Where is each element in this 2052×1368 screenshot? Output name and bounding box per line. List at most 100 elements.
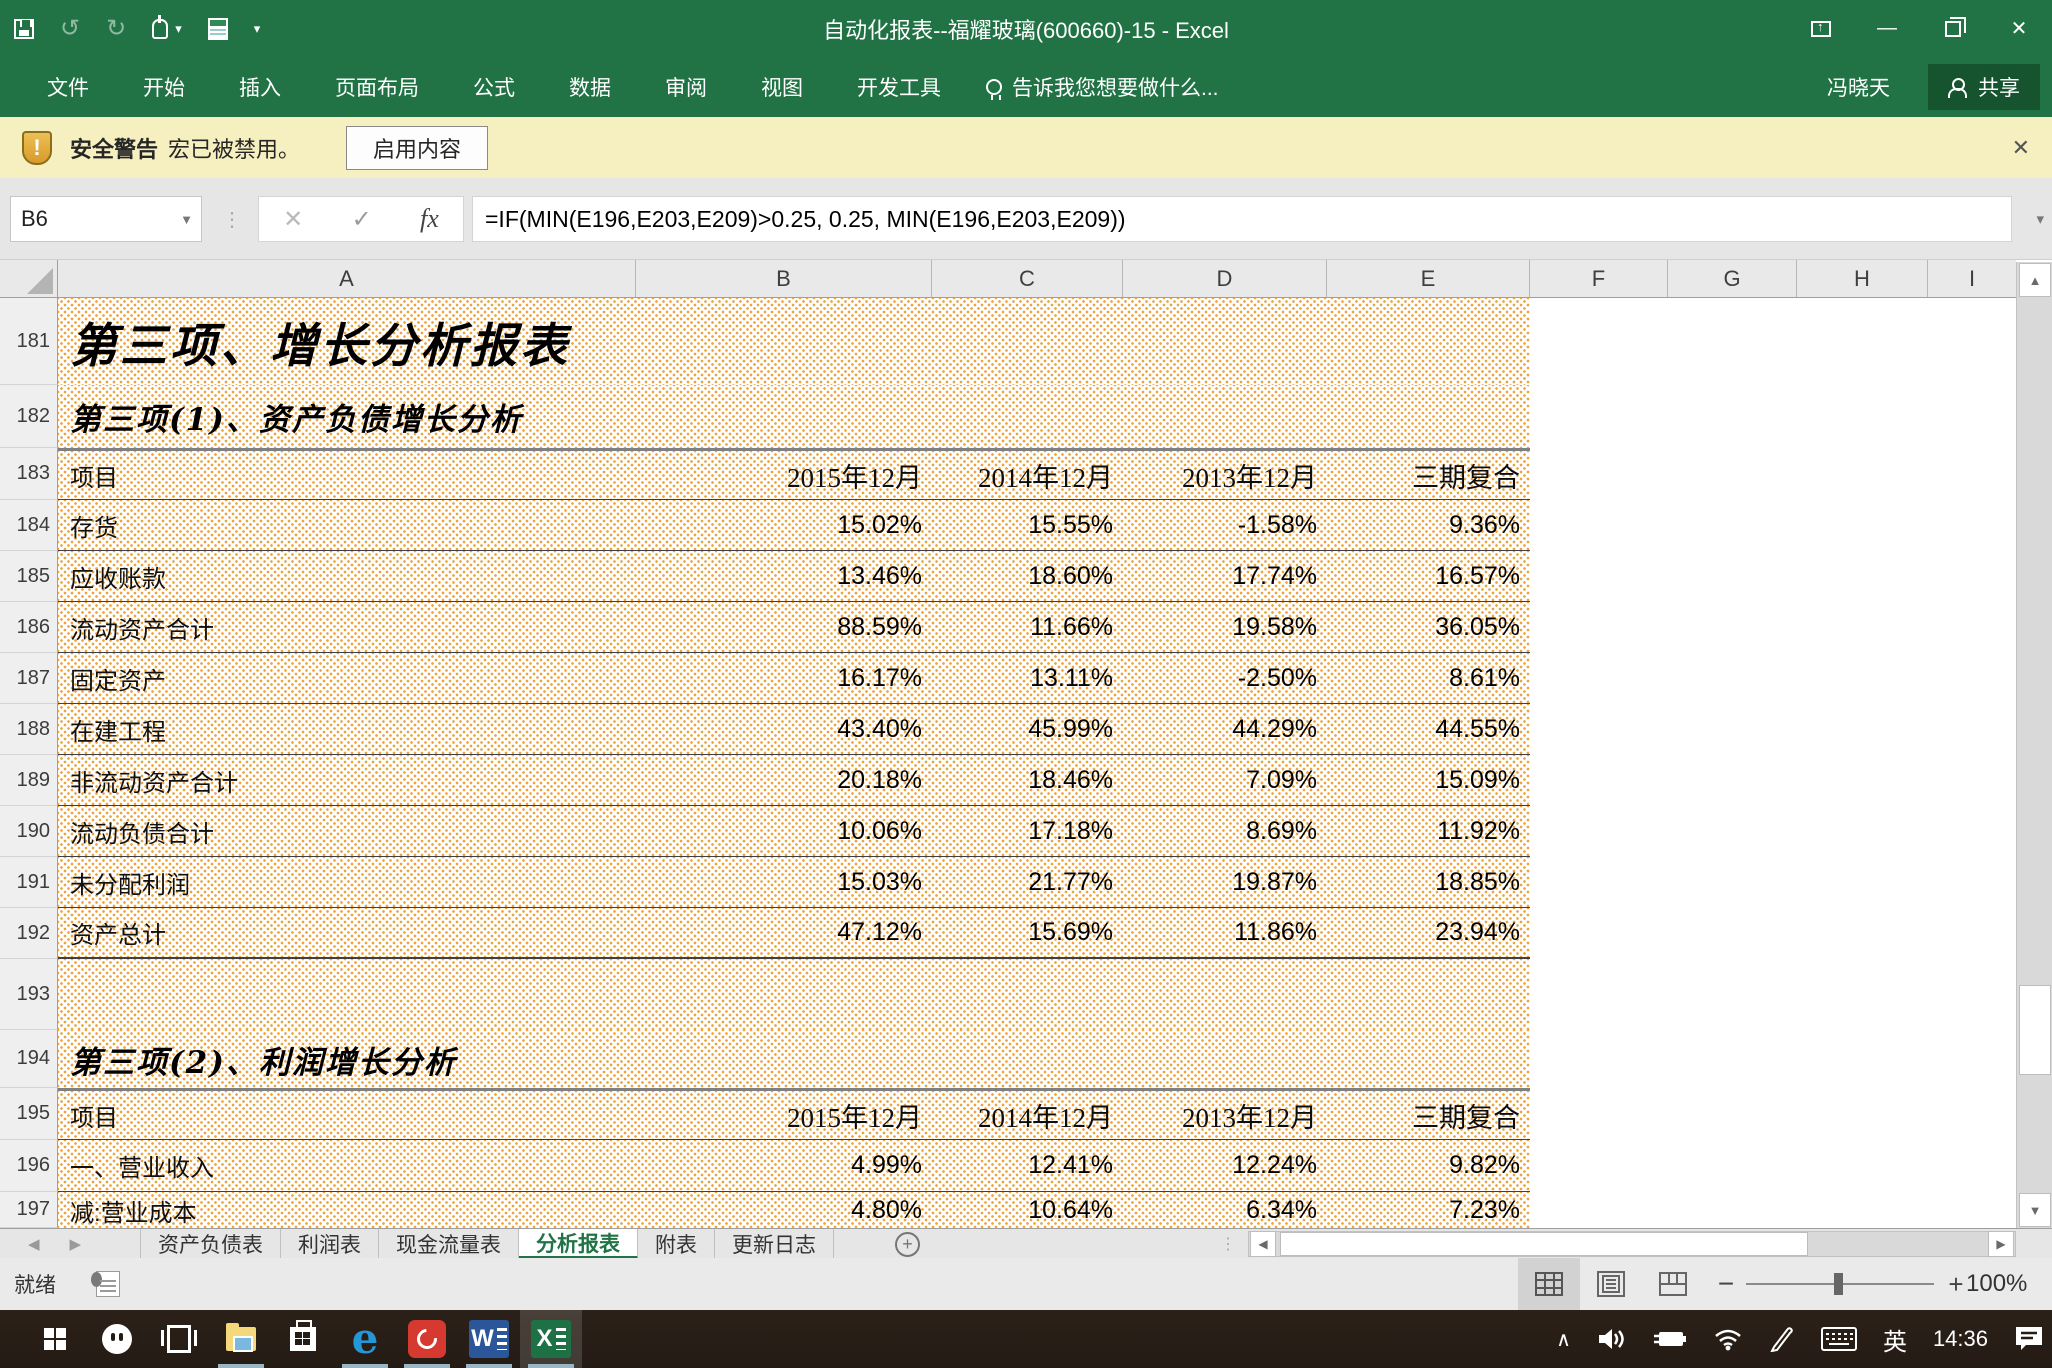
- row-192-cells[interactable]: 资产总计 47.12% 15.69% 11.86% 23.94%: [58, 908, 1530, 959]
- cell-value[interactable]: 7.09%: [1123, 755, 1327, 805]
- row-194-cells[interactable]: 第三项(2)、利润增长分析: [58, 1030, 1530, 1088]
- table-header-item[interactable]: 项目: [58, 1091, 636, 1139]
- user-name[interactable]: 冯晓天: [1827, 72, 1890, 102]
- store-button[interactable]: [272, 1310, 334, 1368]
- cell-value[interactable]: 18.46%: [932, 755, 1123, 805]
- row-196-cells[interactable]: 一、营业收入 4.99% 12.41% 12.24% 9.82%: [58, 1140, 1530, 1192]
- row-label[interactable]: 流动资产合计: [58, 602, 636, 652]
- table-header-2014[interactable]: 2014年12月: [932, 1091, 1123, 1139]
- cell-value[interactable]: 15.69%: [932, 908, 1123, 957]
- tab-page-layout[interactable]: 页面布局: [308, 57, 446, 117]
- touch-keyboard-icon[interactable]: [1821, 1327, 1857, 1351]
- cell-value[interactable]: 44.55%: [1327, 704, 1530, 754]
- insert-function-icon[interactable]: fx: [420, 204, 439, 234]
- cell-value[interactable]: 10.06%: [636, 806, 932, 856]
- table-header-2015[interactable]: 2015年12月: [636, 1091, 932, 1139]
- row-label[interactable]: 一、营业收入: [58, 1140, 636, 1191]
- sheet-prev-icon[interactable]: ◀: [28, 1235, 40, 1253]
- cell-value[interactable]: 4.80%: [636, 1192, 932, 1228]
- column-header-a[interactable]: A: [58, 260, 636, 297]
- sheet-tab-balance[interactable]: 资产负债表: [140, 1229, 281, 1259]
- new-sheet-button[interactable]: +: [895, 1232, 920, 1257]
- column-header-g[interactable]: G: [1668, 260, 1797, 297]
- row-header-195[interactable]: 195: [0, 1088, 58, 1140]
- cell-value[interactable]: 6.34%: [1123, 1192, 1327, 1228]
- netease-music-button[interactable]: [396, 1310, 458, 1368]
- row-label[interactable]: 固定资产: [58, 653, 636, 703]
- cell-value[interactable]: 13.11%: [932, 653, 1123, 703]
- cell-value[interactable]: 12.24%: [1123, 1140, 1327, 1191]
- row-header-188[interactable]: 188: [0, 704, 58, 755]
- cell-value[interactable]: 18.60%: [932, 551, 1123, 601]
- row-header-186[interactable]: 186: [0, 602, 58, 653]
- cell-value[interactable]: 15.55%: [932, 500, 1123, 550]
- cell-value[interactable]: 17.18%: [932, 806, 1123, 856]
- row-header-184[interactable]: 184: [0, 500, 58, 551]
- row-182-cells[interactable]: 第三项(1)、资产负债增长分析: [58, 385, 1530, 448]
- tab-insert[interactable]: 插入: [212, 57, 308, 117]
- sheet-next-icon[interactable]: ▶: [70, 1235, 82, 1253]
- cell-value[interactable]: 13.46%: [636, 551, 932, 601]
- table-header-2013[interactable]: 2013年12月: [1123, 1091, 1327, 1139]
- page-layout-view-button[interactable]: [1580, 1258, 1642, 1310]
- tab-file[interactable]: 文件: [20, 57, 116, 117]
- hidden-icons-chevron[interactable]: ∧: [1556, 1327, 1571, 1352]
- tab-review[interactable]: 审阅: [638, 57, 734, 117]
- row-header-185[interactable]: 185: [0, 551, 58, 602]
- row-190-cells[interactable]: 流动负债合计 10.06% 17.18% 8.69% 11.92%: [58, 806, 1530, 857]
- row-label[interactable]: 在建工程: [58, 704, 636, 754]
- row-header-189[interactable]: 189: [0, 755, 58, 806]
- cell-value[interactable]: 36.05%: [1327, 602, 1530, 652]
- cell-value[interactable]: 17.74%: [1123, 551, 1327, 601]
- column-header-b[interactable]: B: [636, 260, 932, 297]
- row-185-cells[interactable]: 应收账款 13.46% 18.60% 17.74% 16.57%: [58, 551, 1530, 602]
- clock[interactable]: 14:36: [1933, 1326, 1988, 1352]
- security-bar-close-icon[interactable]: ✕: [2012, 135, 2030, 161]
- scroll-left-icon[interactable]: ◀: [1250, 1231, 1276, 1257]
- row-187-cells[interactable]: 固定资产 16.17% 13.11% -2.50% 8.61%: [58, 653, 1530, 704]
- row-189-cells[interactable]: 非流动资产合计 20.18% 18.46% 7.09% 15.09%: [58, 755, 1530, 806]
- row-header-191[interactable]: 191: [0, 857, 58, 908]
- battery-icon[interactable]: [1653, 1328, 1687, 1350]
- tab-developer[interactable]: 开发工具: [830, 57, 968, 117]
- cell-value[interactable]: 16.57%: [1327, 551, 1530, 601]
- tabbar-splitter[interactable]: ⋮: [1220, 1229, 1236, 1259]
- sheet-tab-appendix[interactable]: 附表: [638, 1229, 715, 1259]
- cell-value[interactable]: 21.77%: [932, 857, 1123, 907]
- excel-taskbar-button[interactable]: X: [520, 1310, 582, 1368]
- cell-value[interactable]: 47.12%: [636, 908, 932, 957]
- ribbon-display-options-button[interactable]: [1788, 0, 1854, 57]
- sheet-tab-profit[interactable]: 利润表: [281, 1229, 379, 1259]
- volume-icon[interactable]: [1597, 1326, 1627, 1352]
- row-label[interactable]: 减:营业成本: [58, 1192, 636, 1228]
- scroll-up-icon[interactable]: ▲: [2019, 263, 2051, 297]
- word-button[interactable]: W: [458, 1310, 520, 1368]
- cortana-button[interactable]: [86, 1310, 148, 1368]
- page-break-view-button[interactable]: [1642, 1258, 1704, 1310]
- column-header-i[interactable]: I: [1928, 260, 2016, 297]
- cell-value[interactable]: -2.50%: [1123, 653, 1327, 703]
- sheet-tab-analysis[interactable]: 分析报表: [519, 1229, 638, 1259]
- row-label[interactable]: 应收账款: [58, 551, 636, 601]
- row-header-181[interactable]: 181: [0, 298, 58, 385]
- cell-value[interactable]: 45.99%: [932, 704, 1123, 754]
- cell-value[interactable]: 9.82%: [1327, 1140, 1530, 1191]
- cell-value[interactable]: 8.61%: [1327, 653, 1530, 703]
- expand-formula-bar-icon[interactable]: ▾: [2036, 196, 2044, 242]
- cell-value[interactable]: 7.23%: [1327, 1192, 1530, 1228]
- task-view-button[interactable]: [148, 1310, 210, 1368]
- cell-value[interactable]: 20.18%: [636, 755, 932, 805]
- table-header-2015[interactable]: 2015年12月: [636, 451, 932, 499]
- tell-me-box[interactable]: 告诉我您想要做什么...: [968, 72, 1219, 102]
- row-183-cells[interactable]: 项目 2015年12月 2014年12月 2013年12月 三期复合: [58, 448, 1530, 500]
- sheet-tab-cashflow[interactable]: 现金流量表: [379, 1229, 519, 1259]
- save-icon[interactable]: [14, 19, 34, 39]
- tab-formulas[interactable]: 公式: [446, 57, 542, 117]
- cell-value[interactable]: 11.66%: [932, 602, 1123, 652]
- row-181-cells[interactable]: 第三项、增长分析报表: [58, 298, 1530, 385]
- formula-input[interactable]: =IF(MIN(E196,E203,E209)>0.25, 0.25, MIN(…: [472, 196, 2012, 242]
- row-184-cells[interactable]: 存货 15.02% 15.55% -1.58% 9.36%: [58, 500, 1530, 551]
- close-button[interactable]: ✕: [1986, 0, 2052, 57]
- row-label[interactable]: 存货: [58, 500, 636, 550]
- zoom-slider[interactable]: [1746, 1283, 1934, 1285]
